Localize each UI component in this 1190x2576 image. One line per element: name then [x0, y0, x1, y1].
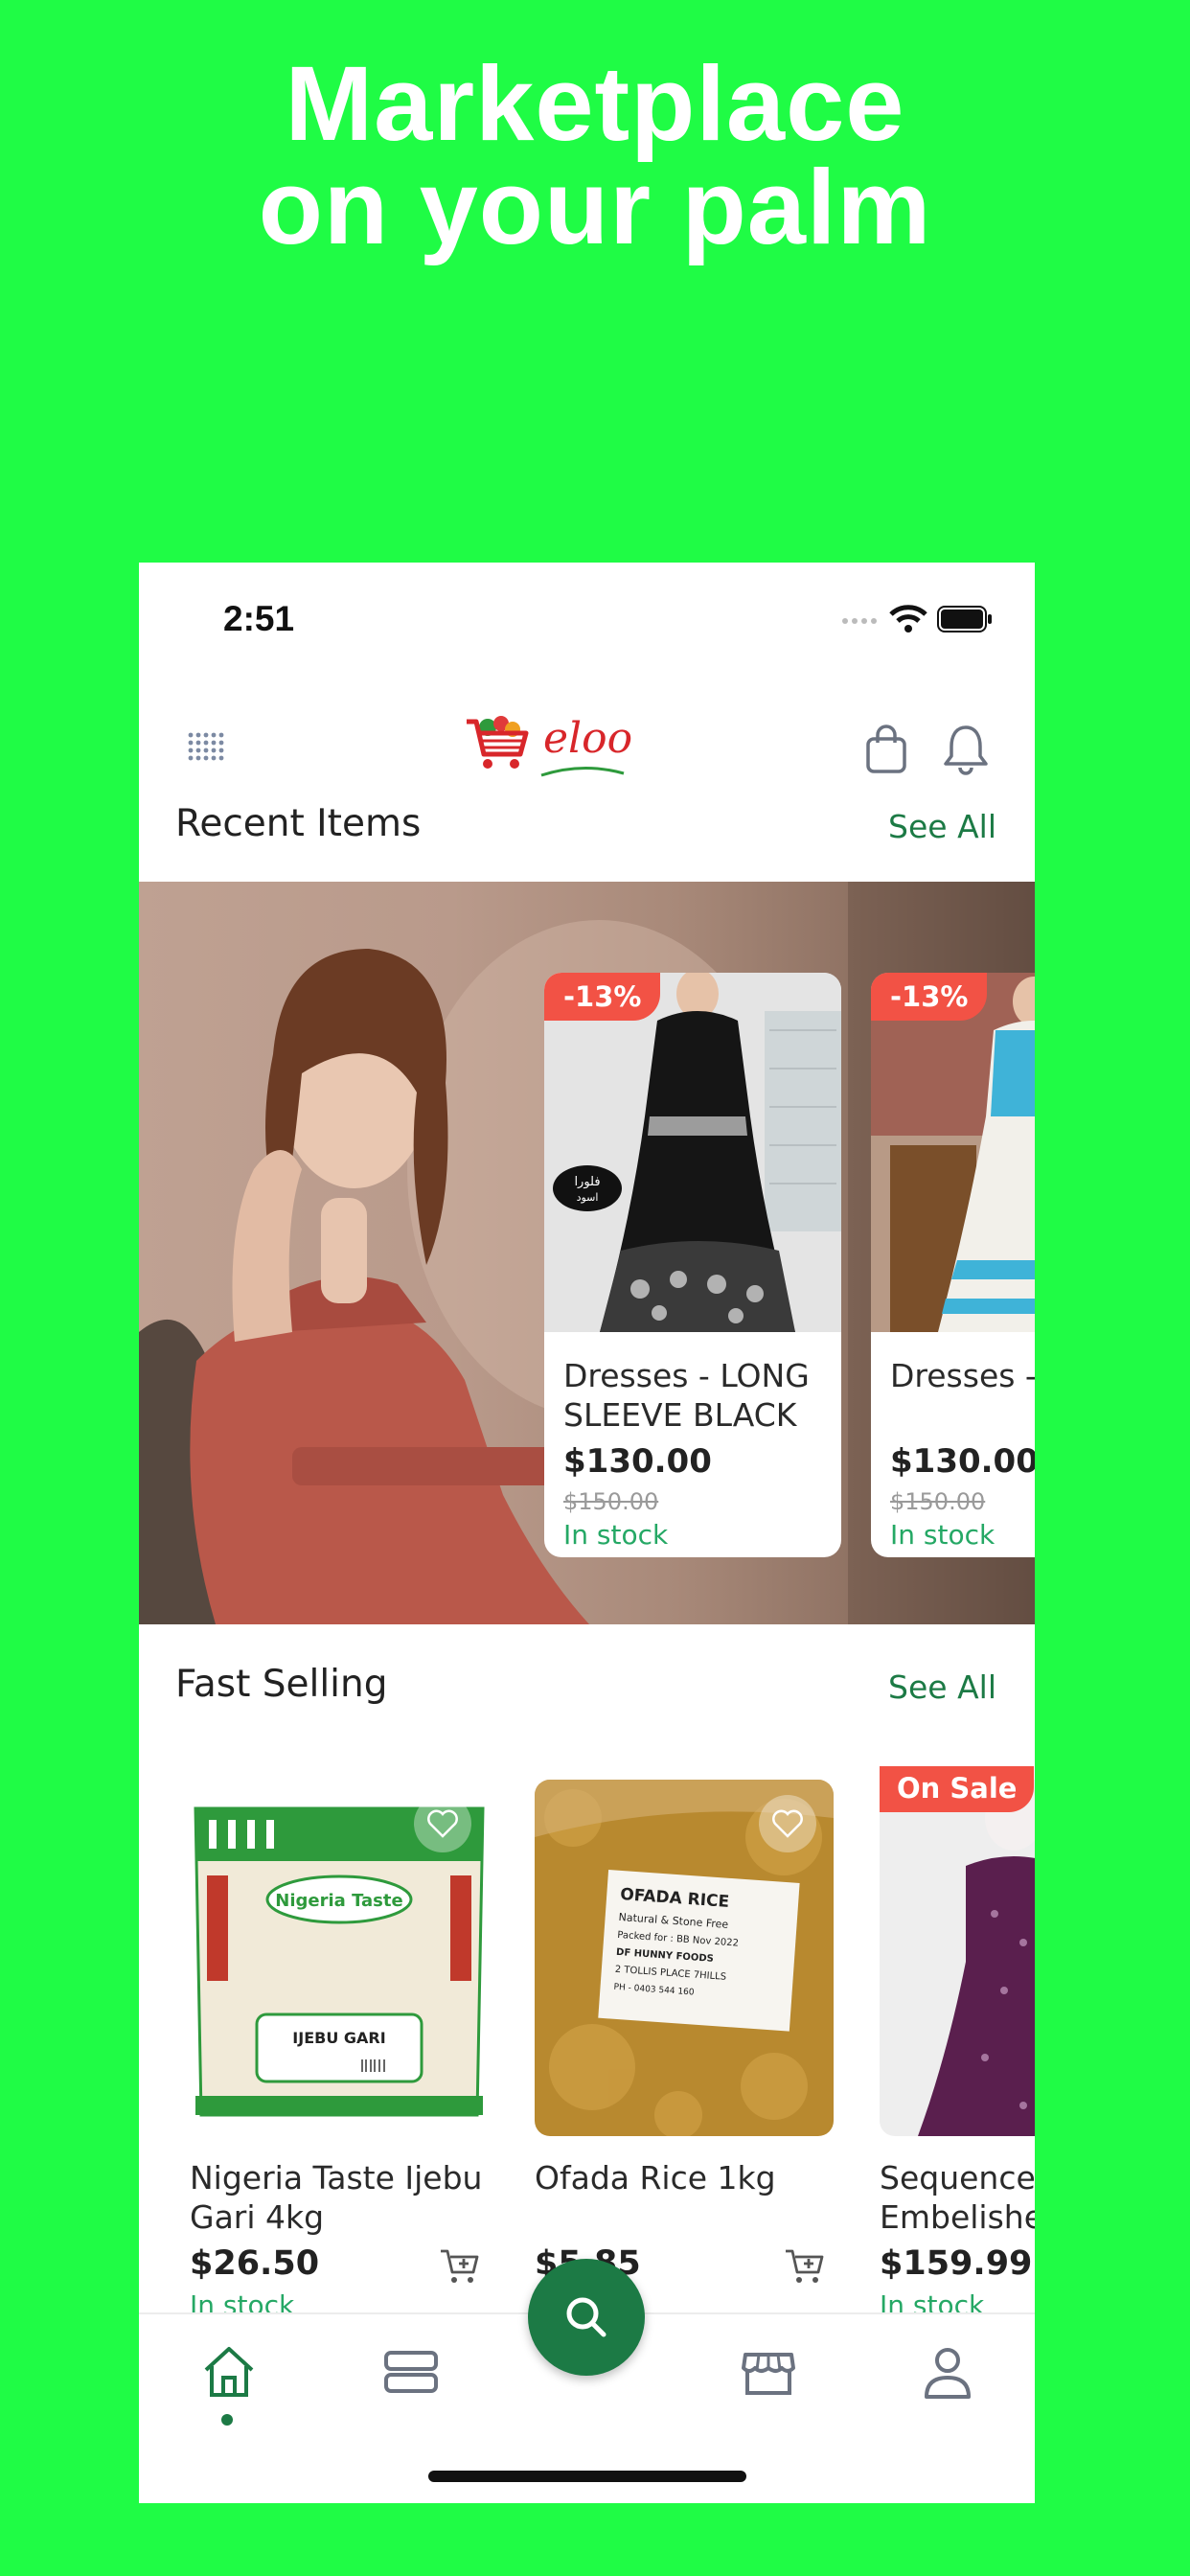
stock-status: In stock	[563, 1519, 669, 1551]
svg-text:اسود: اسود	[577, 1191, 599, 1204]
svg-text:فلورا: فلورا	[574, 1175, 600, 1189]
product-price: $130.00	[890, 1442, 1035, 1481]
brand-wordmark: eloo	[543, 714, 633, 763]
recent-items-title: Recent Items	[175, 802, 422, 845]
cart-logo-icon	[467, 716, 529, 769]
add-to-cart-icon[interactable]	[439, 2247, 481, 2286]
brand-logo: eloo	[463, 706, 632, 783]
product-price: $26.50	[190, 2244, 320, 2283]
fast-selling-see-all-link[interactable]: See All	[888, 1668, 996, 1706]
fast-selling-title: Fast Selling	[175, 1663, 388, 1706]
gari-pack-brand: Nigeria Taste	[275, 1891, 402, 1911]
discount-badge: -13%	[871, 973, 988, 1021]
wifi-icon	[889, 605, 927, 632]
product-name: Sequence Embelished	[880, 2159, 1035, 2236]
on-sale-badge: On Sale	[880, 1766, 1035, 1812]
product-price: $159.99	[880, 2244, 1033, 2283]
headline-line-1: Marketplace	[285, 45, 905, 163]
heart-icon	[427, 1809, 458, 1838]
heart-icon	[772, 1809, 803, 1838]
status-bar: 2:51	[139, 563, 1035, 678]
status-time: 2:51	[223, 599, 295, 638]
promo-headline: Marketplace on your palm	[0, 45, 1190, 266]
grid-menu-icon[interactable]	[185, 725, 227, 768]
add-to-cart-icon[interactable]	[784, 2247, 826, 2286]
categories-tab-icon[interactable]	[380, 2343, 442, 2401]
gari-pack-label: IJEBU GARI	[292, 2029, 385, 2047]
phone-screen: 2:51 eloo Recent Items See All فلورا اسو…	[139, 563, 1035, 2503]
stores-tab-icon[interactable]	[738, 2343, 799, 2401]
battery-icon	[937, 606, 992, 632]
product-name: Ofada Rice 1kg	[535, 2159, 776, 2196]
recent-item-card[interactable]: فلورا اسود -13% Dresses - LONG SLEEVE BL…	[544, 973, 841, 1557]
favorite-button[interactable]	[414, 1795, 471, 1852]
black-dress-image: فلورا اسود	[544, 973, 841, 1332]
profile-tab-icon[interactable]	[917, 2343, 978, 2401]
product-name: Dresses - LONG SLEEVE BLACK	[563, 1357, 810, 1434]
recent-see-all-link[interactable]: See All	[888, 808, 996, 845]
product-name: Nigeria Taste Ijebu Gari 4kg	[190, 2159, 483, 2236]
search-fab-button[interactable]	[528, 2259, 645, 2376]
product-old-price: $150.00	[890, 1488, 986, 1515]
product-name: Dresses -	[890, 1357, 1035, 1394]
stock-status: In stock	[890, 1519, 995, 1551]
favorite-button[interactable]	[759, 1795, 816, 1852]
search-icon	[566, 2297, 606, 2337]
wordmark-swoosh	[540, 767, 625, 777]
signal-icon	[842, 618, 877, 624]
status-icons	[841, 605, 993, 633]
purple-gown-image	[880, 1780, 1035, 2136]
fast-selling-list: Nigeria Taste IJEBU GARI Nigeria Taste I…	[139, 1766, 1035, 2312]
stock-status: In stock	[880, 2289, 985, 2312]
recent-items-banner[interactable]: فلورا اسود -13% Dresses - LONG SLEEVE BL…	[139, 882, 1035, 1624]
recent-item-card[interactable]: -13% Dresses - $130.00 $150.00 In stock	[871, 973, 1035, 1557]
home-indicator	[428, 2471, 746, 2482]
app-header: eloo	[139, 697, 1035, 802]
headline-line-2: on your palm	[258, 149, 932, 266]
home-tab-icon[interactable]	[198, 2343, 260, 2401]
notification-bell-icon[interactable]	[942, 722, 990, 775]
shopping-bag-icon[interactable]	[864, 724, 908, 775]
active-tab-indicator	[221, 2414, 233, 2426]
product-price: $130.00	[563, 1442, 712, 1481]
stock-status: In stock	[190, 2289, 295, 2312]
discount-badge: -13%	[544, 973, 661, 1021]
white-dress-image	[871, 973, 1035, 1332]
product-old-price: $150.00	[563, 1488, 659, 1515]
